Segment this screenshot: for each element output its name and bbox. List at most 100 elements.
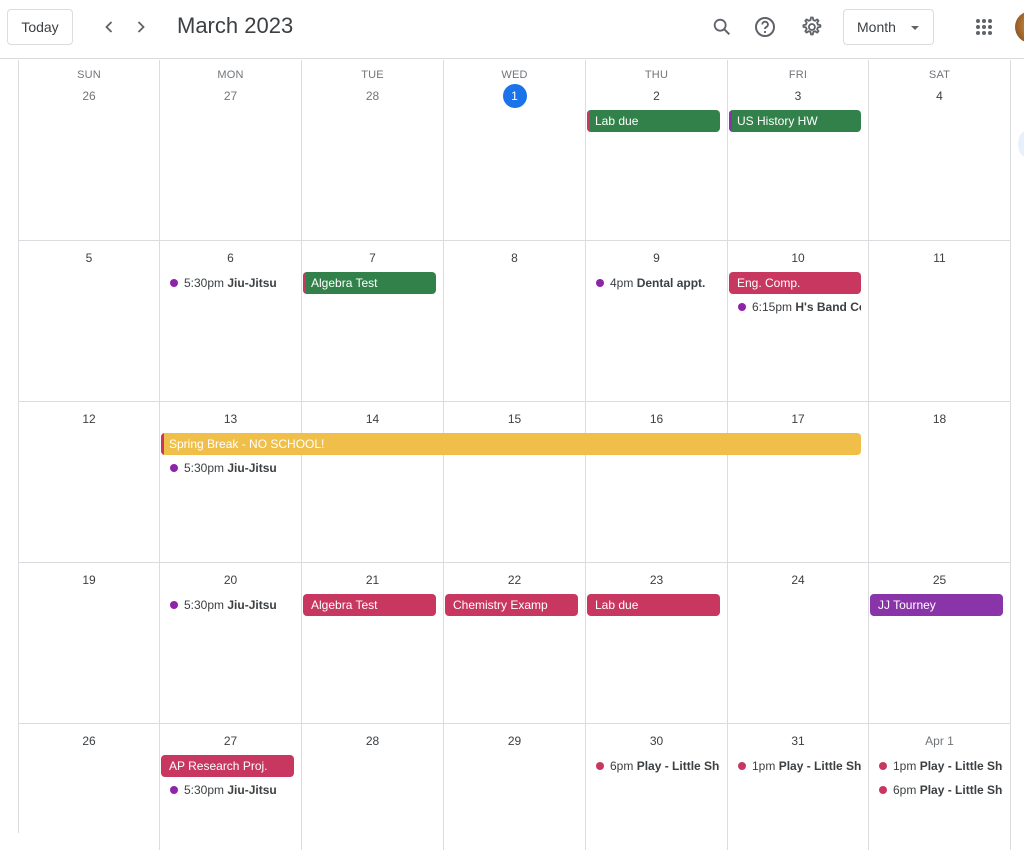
day-cell[interactable]: 16 (586, 402, 728, 563)
date-number[interactable]: 19 (19, 573, 159, 587)
date-number[interactable]: 18 (869, 412, 1010, 426)
date-number[interactable]: 25 (869, 573, 1010, 587)
date-number[interactable]: 7 (302, 251, 443, 265)
day-cell[interactable]: 31 (728, 724, 869, 850)
event-chip[interactable]: Eng. Comp. (729, 272, 861, 294)
day-cell[interactable]: WED 1 (444, 60, 586, 241)
day-cell[interactable]: FRI 3 (728, 60, 869, 241)
day-cell[interactable]: SAT 4 (869, 60, 1011, 241)
date-number[interactable]: 27 (160, 734, 301, 748)
date-number[interactable]: 13 (160, 412, 301, 426)
timed-event[interactable]: 5:30pm Jiu-Jitsu (161, 595, 294, 615)
date-number[interactable]: 6 (160, 251, 301, 265)
date-number[interactable]: 10 (728, 251, 868, 265)
side-panel-peek[interactable] (1018, 130, 1024, 158)
day-cell[interactable]: 24 (728, 563, 869, 724)
day-cell[interactable]: 17 (728, 402, 869, 563)
view-selector-dropdown[interactable]: Month (843, 9, 934, 45)
day-cell[interactable]: 22 (444, 563, 586, 724)
date-number[interactable]: Apr 1 (869, 734, 1010, 748)
day-cell[interactable]: 18 (869, 402, 1011, 563)
date-number[interactable]: 24 (728, 573, 868, 587)
date-number[interactable]: 8 (444, 251, 585, 265)
date-number[interactable]: 28 (302, 734, 443, 748)
date-number[interactable]: 2 (586, 89, 727, 103)
event-time: 6pm (893, 783, 920, 797)
timed-event[interactable]: 1pm Play - Little Shc (870, 756, 1003, 776)
apps-button[interactable] (969, 12, 999, 42)
day-cell[interactable]: 19 (19, 563, 160, 724)
day-cell[interactable]: 15 (444, 402, 586, 563)
day-cell[interactable]: 29 (444, 724, 586, 850)
date-number[interactable]: 31 (728, 734, 868, 748)
date-number[interactable]: 29 (444, 734, 585, 748)
event-chip[interactable]: Lab due (587, 594, 720, 616)
date-number[interactable]: 5 (19, 251, 159, 265)
date-label: 10 (791, 251, 805, 265)
date-number[interactable]: 3 (728, 89, 868, 103)
event-chip[interactable]: Algebra Test (303, 594, 436, 616)
day-cell[interactable]: 23 (586, 563, 728, 724)
day-cell[interactable]: 21 (302, 563, 444, 724)
event-chip[interactable]: Spring Break - NO SCHOOL! (161, 433, 861, 455)
today-date-number[interactable]: 1 (444, 84, 585, 108)
date-number[interactable]: 27 (160, 89, 301, 103)
search-button[interactable] (707, 12, 737, 42)
date-number[interactable]: 22 (444, 573, 585, 587)
date-number[interactable]: 21 (302, 573, 443, 587)
day-cell[interactable]: MON 27 (160, 60, 302, 241)
date-number[interactable]: 20 (160, 573, 301, 587)
date-number[interactable]: 16 (586, 412, 727, 426)
event-chip[interactable]: Chemistry Examp (445, 594, 578, 616)
date-number[interactable]: 30 (586, 734, 727, 748)
day-cell[interactable]: 7 (302, 241, 444, 402)
event-chip[interactable]: Lab due (587, 110, 720, 132)
day-cell[interactable]: 10 (728, 241, 869, 402)
timed-event[interactable]: 6pm Play - Little Shc (587, 756, 720, 776)
timed-event[interactable]: 5:30pm Jiu-Jitsu (161, 458, 294, 478)
day-cell[interactable]: 8 (444, 241, 586, 402)
event-chip[interactable]: JJ Tourney (870, 594, 1003, 616)
date-number[interactable]: 9 (586, 251, 727, 265)
timed-event[interactable]: 5:30pm Jiu-Jitsu (161, 780, 294, 800)
today-button[interactable]: Today (7, 9, 73, 45)
day-cell[interactable]: 14 (302, 402, 444, 563)
day-cell[interactable]: 20 (160, 563, 302, 724)
date-number[interactable]: 28 (302, 89, 443, 103)
event-chip[interactable]: AP Research Proj. (161, 755, 294, 777)
timed-event[interactable]: 1pm Play - Little Shc (729, 756, 861, 776)
event-chip[interactable]: Algebra Test (303, 272, 436, 294)
day-cell[interactable]: 11 (869, 241, 1011, 402)
day-cell[interactable]: 5 (19, 241, 160, 402)
timed-event[interactable]: 4pm Dental appt. (587, 273, 720, 293)
event-chip[interactable]: US History HW (729, 110, 861, 132)
timed-event[interactable]: 5:30pm Jiu-Jitsu (161, 273, 294, 293)
date-number[interactable]: 4 (869, 89, 1010, 103)
date-number[interactable]: 14 (302, 412, 443, 426)
day-cell[interactable]: 26 (19, 724, 160, 850)
date-number[interactable]: 17 (728, 412, 868, 426)
timed-event[interactable]: 6:15pm H's Band Co (729, 297, 861, 317)
date-number[interactable]: 12 (19, 412, 159, 426)
date-number[interactable]: 11 (869, 251, 1010, 265)
day-cell[interactable]: 9 (586, 241, 728, 402)
avatar[interactable] (1015, 11, 1024, 43)
day-cell[interactable]: 6 (160, 241, 302, 402)
timed-event[interactable]: 6pm Play - Little Shc (870, 780, 1003, 800)
help-button[interactable] (750, 12, 780, 42)
day-cell[interactable]: 12 (19, 402, 160, 563)
day-cell[interactable]: 30 (586, 724, 728, 850)
day-cell[interactable]: 13 (160, 402, 302, 563)
date-number[interactable]: 26 (19, 89, 159, 103)
date-number[interactable]: 23 (586, 573, 727, 587)
date-number[interactable]: 26 (19, 734, 159, 748)
date-number[interactable]: 15 (444, 412, 585, 426)
next-month-button[interactable] (126, 12, 156, 42)
day-cell[interactable]: 25 (869, 563, 1011, 724)
settings-button[interactable] (796, 12, 826, 42)
day-cell[interactable]: SUN 26 (19, 60, 160, 241)
day-cell[interactable]: THU 2 (586, 60, 728, 241)
day-cell[interactable]: 28 (302, 724, 444, 850)
day-cell[interactable]: TUE 28 (302, 60, 444, 241)
previous-month-button[interactable] (94, 12, 124, 42)
